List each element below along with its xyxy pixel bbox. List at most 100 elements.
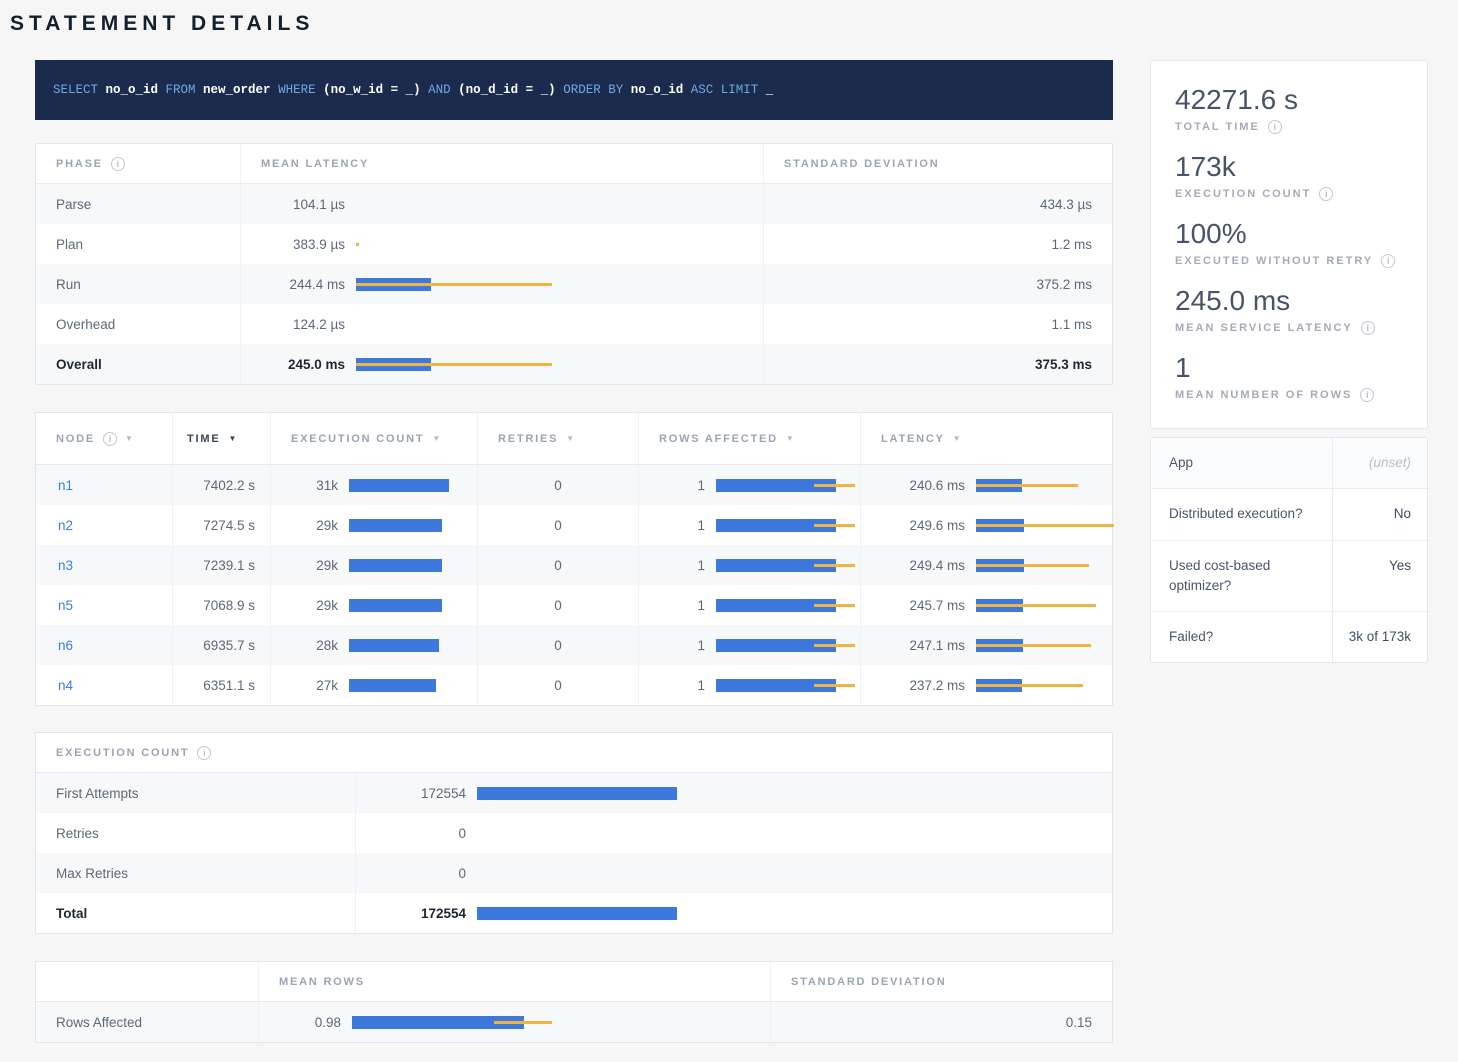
retries-header-label: RETRIES — [498, 433, 558, 445]
latency-bar — [976, 639, 1126, 652]
exec-count-value: 29k — [291, 518, 338, 533]
latency-value: 249.4 ms — [881, 558, 965, 573]
rows-affected-cell: 1 — [639, 465, 861, 505]
table-row: n1 7402.2 s 31k 0 1 — [36, 465, 1112, 505]
mean-latency-header-label: MEAN LATENCY — [261, 158, 369, 170]
std-dev-header-label: STANDARD DEVIATION — [784, 158, 939, 170]
node-cell: n5 — [36, 585, 173, 625]
exec-count-bar — [477, 867, 687, 880]
summary-stats-card: 42271.6 s TOTAL TIME i 173k EXECUTION CO… — [1150, 60, 1428, 429]
node-link[interactable]: n2 — [58, 518, 73, 533]
retries-value: 0 — [478, 545, 639, 585]
mean-latency-value: 244.4 ms — [261, 277, 345, 292]
latency-bar — [356, 318, 556, 331]
sort-icon[interactable]: ▼ — [786, 434, 794, 443]
rows-affected-column-header[interactable]: ROWS AFFECTED ▼ — [639, 413, 861, 464]
rows-affected-bar — [716, 519, 866, 532]
table-row: n2 7274.5 s 29k 0 1 — [36, 505, 1112, 545]
exec-count-header-label: EXECUTION COUNT — [291, 433, 424, 445]
info-icon[interactable]: i — [1319, 187, 1333, 201]
info-icon[interactable]: i — [1361, 321, 1375, 335]
detail-label: App — [1151, 438, 1333, 488]
phase-label: Plan — [36, 224, 241, 264]
mean-latency-column-header: MEAN LATENCY — [241, 144, 764, 183]
node-link[interactable]: n3 — [58, 558, 73, 573]
exec-row-label: Max Retries — [36, 853, 356, 893]
info-icon[interactable]: i — [1381, 254, 1395, 268]
time-value: 7239.1 s — [173, 545, 271, 585]
sort-icon[interactable]: ▼ — [228, 434, 236, 443]
detail-row-cost-based-optimizer: Used cost-based optimizer? Yes — [1151, 541, 1427, 613]
rows-affected-value: 1 — [659, 598, 705, 613]
sort-icon[interactable]: ▼ — [566, 434, 574, 443]
mean-rows-value: 0.98 — [259, 1015, 341, 1030]
latency-bar — [356, 278, 556, 291]
sql-token: no_w_id — [331, 83, 384, 97]
info-icon[interactable]: i — [1360, 388, 1374, 402]
sort-icon[interactable]: ▼ — [432, 434, 440, 443]
node-link[interactable]: n6 — [58, 638, 73, 653]
info-icon[interactable]: i — [197, 746, 211, 760]
info-icon[interactable]: i — [103, 432, 117, 446]
latency-bar — [976, 599, 1126, 612]
detail-value: 3k of 173k — [1333, 612, 1427, 662]
rows-affected-value: 1 — [659, 638, 705, 653]
rows-affected-bar — [716, 599, 866, 612]
latency-column-header[interactable]: LATENCY ▼ — [861, 413, 1112, 464]
exec-count-cell: 28k — [271, 625, 478, 665]
node-link[interactable]: n1 — [58, 478, 73, 493]
exec-count-bar — [477, 907, 687, 920]
exec-row-value-cell: 0 — [356, 853, 1112, 893]
exec-row-value: 0 — [376, 866, 466, 881]
latency-bar — [976, 519, 1126, 532]
info-icon[interactable]: i — [1268, 120, 1282, 134]
sort-icon[interactable]: ▼ — [125, 434, 133, 443]
mean-rows-column-header: MEAN ROWS — [259, 962, 771, 1001]
info-icon[interactable]: i — [111, 157, 125, 171]
exec-row-value: 172554 — [376, 786, 466, 801]
node-cell: n1 — [36, 465, 173, 505]
rows-affected-value: 1 — [659, 558, 705, 573]
exec-count-bar — [349, 479, 459, 492]
mean-latency-value: 104.1 µs — [261, 197, 345, 212]
node-link[interactable]: n4 — [58, 678, 73, 693]
exec-count-column-header[interactable]: EXECUTION COUNT ▼ — [271, 413, 478, 464]
exec-count-value: 29k — [291, 558, 338, 573]
time-column-header[interactable]: TIME ▼ — [173, 413, 271, 464]
retries-column-header[interactable]: RETRIES ▼ — [478, 413, 639, 464]
sql-token: ASC LIMIT — [691, 83, 766, 97]
node-header-label: NODE — [56, 433, 95, 445]
exec-count-bar — [349, 599, 459, 612]
latency-header-label: LATENCY — [881, 433, 945, 445]
node-column-header[interactable]: NODE i ▼ — [36, 413, 173, 464]
mean-rows-bar — [352, 1016, 552, 1029]
rows-affected-bar — [716, 559, 866, 572]
exec-row-value-cell: 0 — [356, 813, 1112, 853]
rows-affected-value: 1 — [659, 518, 705, 533]
table-row: n5 7068.9 s 29k 0 1 — [36, 585, 1112, 625]
statement-details-page: STATEMENT DETAILS SELECT no_o_id FROM ne… — [0, 12, 1458, 1043]
latency-cell: 237.2 ms — [861, 665, 1112, 705]
exec-count-bar — [349, 679, 459, 692]
detail-value: Yes — [1333, 541, 1427, 612]
sort-icon[interactable]: ▼ — [953, 434, 961, 443]
node-link[interactable]: n5 — [58, 598, 73, 613]
execution-count-title: EXECUTION COUNT — [56, 747, 189, 759]
exec-count-cell: 29k — [271, 505, 478, 545]
stat-total-time: 42271.6 s TOTAL TIME i — [1175, 83, 1403, 134]
node-table-header: NODE i ▼ TIME ▼ EXECUTION COUNT ▼ RETRIE… — [36, 413, 1112, 465]
retries-value: 0 — [478, 665, 639, 705]
detail-value: No — [1333, 489, 1427, 539]
std-dev-column-header: STANDARD DEVIATION — [771, 962, 1112, 1001]
retries-value: 0 — [478, 625, 639, 665]
std-dev-value: 1.1 ms — [764, 304, 1112, 344]
rows-affected-value: 1 — [659, 478, 705, 493]
mean-latency-cell: 124.2 µs — [241, 304, 764, 344]
mean-latency-cell: 244.4 ms — [241, 264, 764, 304]
time-value: 7068.9 s — [173, 585, 271, 625]
node-cell: n4 — [36, 665, 173, 705]
statement-details-card: App (unset) Distributed execution? No Us… — [1150, 437, 1428, 663]
exec-row-value-cell: 172554 — [356, 893, 1112, 933]
stat-label-text: EXECUTED WITHOUT RETRY — [1175, 255, 1373, 267]
time-value: 7402.2 s — [173, 465, 271, 505]
